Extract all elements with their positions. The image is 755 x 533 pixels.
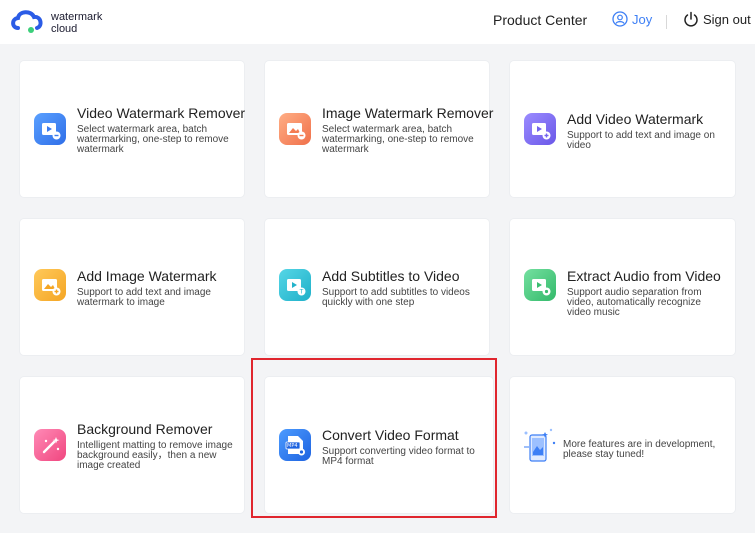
- power-icon: [684, 11, 698, 27]
- card-add-subtitles[interactable]: T Add Subtitles to Video Support to add …: [265, 219, 489, 355]
- card-convert-video-format[interactable]: MP4 Convert Video Format Support convert…: [265, 377, 493, 513]
- phone-illustration-icon: [518, 423, 560, 467]
- card-title: Image Watermark Remover: [322, 105, 494, 121]
- svg-text:T: T: [299, 289, 304, 296]
- card-add-image-watermark[interactable]: Add Image Watermark Support to add text …: [20, 219, 244, 355]
- card-title: Convert Video Format: [322, 427, 459, 443]
- audio-extract-icon: [524, 269, 556, 301]
- mp4-label: MP4: [287, 443, 298, 449]
- cloud-logo-icon: [11, 10, 43, 33]
- card-description: Support converting video format to MP4 f…: [322, 446, 475, 467]
- video-remove-icon: [34, 113, 66, 145]
- card-video-watermark-remover[interactable]: Video Watermark Remover Select watermark…: [20, 61, 246, 197]
- user-name: Joy: [632, 11, 653, 27]
- card-title: Add Subtitles to Video: [322, 268, 460, 284]
- video-add-icon: [524, 113, 556, 145]
- user-menu[interactable]: Joy: [612, 11, 652, 27]
- card-description: Intelligent matting to remove image back…: [77, 440, 233, 471]
- product-center-link[interactable]: Product Center: [493, 12, 587, 28]
- logo-line-2: cloud: [51, 23, 78, 35]
- card-coming-soon: More features are in development, please…: [510, 377, 735, 513]
- image-add-icon: [34, 269, 66, 301]
- card-background-remover[interactable]: Background Remover Intelligent matting t…: [20, 377, 244, 513]
- magic-wand-icon: [34, 429, 66, 461]
- logo-text: watermark cloud: [51, 12, 102, 36]
- card-add-video-watermark[interactable]: Add Video Watermark Support to add text …: [510, 61, 735, 197]
- card-title: Video Watermark Remover: [77, 105, 246, 121]
- sign-out-button[interactable]: Sign out: [683, 11, 751, 27]
- card-description: Select watermark area, batch watermarkin…: [77, 124, 229, 155]
- card-extract-audio[interactable]: Extract Audio from Video Support audio s…: [510, 219, 735, 355]
- card-description: Support to add text and image watermark …: [77, 287, 211, 308]
- watermark-cloud-logo[interactable]: watermark cloud: [9, 6, 109, 36]
- card-title: Add Video Watermark: [567, 111, 704, 127]
- top-header: watermark cloud Product Center Joy Sign …: [0, 0, 755, 44]
- coming-soon-text: More features are in development, please…: [563, 439, 716, 460]
- mp4-file-icon: MP4: [279, 429, 311, 461]
- user-icon: [612, 11, 628, 27]
- nav-divider: [666, 15, 667, 29]
- card-title: Background Remover: [77, 421, 213, 437]
- card-title: Add Image Watermark: [77, 268, 217, 284]
- card-description: Support to add text and image on video: [567, 130, 715, 151]
- card-title: Extract Audio from Video: [567, 268, 721, 284]
- card-description: Select watermark area, batch watermarkin…: [322, 124, 474, 155]
- card-image-watermark-remover[interactable]: Image Watermark Remover Select watermark…: [265, 61, 493, 197]
- sign-out-label: Sign out: [703, 11, 751, 27]
- card-description: Support to add subtitles to videos quick…: [322, 287, 470, 308]
- image-remove-icon: [279, 113, 311, 145]
- card-description: Support audio separation from video, aut…: [567, 287, 702, 318]
- subtitle-icon: T: [279, 269, 311, 301]
